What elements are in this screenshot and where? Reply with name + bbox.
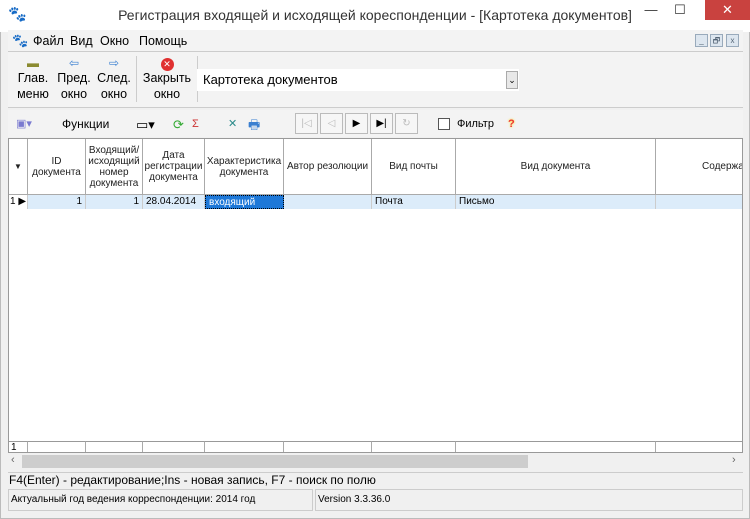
label: Пред. — [57, 71, 91, 85]
separator — [136, 56, 137, 102]
columns-layout-icon[interactable]: ▭▾ — [136, 115, 155, 134]
footer-cell — [284, 441, 372, 452]
footer-count: 1 — [9, 441, 28, 452]
row-indicator[interactable]: 1 ▶ — [9, 195, 28, 209]
status-year: Актуальный год ведения корреспонденции: … — [8, 489, 313, 511]
arrow-left-icon: ⇦ — [68, 56, 80, 70]
chevron-down-icon[interactable]: ⌄ — [506, 71, 518, 89]
close-circle-icon: ✕ — [141, 56, 193, 71]
refresh-record-button[interactable]: ↻ — [395, 113, 418, 134]
footer-cell — [28, 441, 86, 452]
table-cell[interactable]: Почта — [372, 195, 456, 209]
row-number: 1 — [10, 196, 16, 207]
table-cell[interactable]: 1 — [86, 195, 143, 209]
mdi-close-button[interactable]: x — [726, 34, 739, 47]
mdi-minimize-button[interactable]: _ — [695, 34, 708, 47]
filter-checkbox[interactable] — [438, 118, 450, 130]
title-bar: 🐾 Регистрация входящей и исходящей корес… — [0, 0, 750, 32]
next-record-button[interactable]: ▶ — [345, 113, 368, 134]
column-header-content[interactable]: Содержа — [656, 139, 742, 195]
functions-button[interactable]: Функции — [62, 115, 109, 134]
menu-help[interactable]: Помощь — [139, 34, 187, 48]
autosum-icon[interactable]: Σ — [192, 115, 199, 134]
scroll-right-icon[interactable]: › — [732, 454, 736, 466]
label: окно — [100, 87, 128, 101]
close-window-button[interactable]: ✕ Закрыть окно — [141, 56, 193, 102]
status-version: Version 3.3.36.0 — [315, 489, 743, 511]
arrow-right-icon: ⇨ — [108, 56, 120, 70]
mdi-restore-button[interactable]: 🗗 — [710, 34, 723, 47]
menu-file[interactable]: Файл — [33, 34, 64, 48]
print-icon[interactable]: 🖶 — [248, 115, 260, 134]
close-button[interactable]: ✕ — [705, 0, 750, 20]
minimize-button[interactable]: — — [636, 0, 666, 20]
help-icon[interactable]: ? — [508, 115, 515, 134]
table-cell[interactable]: 28.04.2014 — [143, 195, 205, 209]
table-cell-selected[interactable]: входящий — [205, 195, 284, 209]
column-header-mail-type[interactable]: Вид почты — [372, 139, 456, 195]
menu-view[interactable]: Вид — [70, 34, 93, 48]
last-record-button[interactable]: ▶| — [370, 113, 393, 134]
menu-window[interactable]: Окно — [100, 34, 129, 48]
clear-filter-icon[interactable]: ✕ — [228, 115, 237, 134]
column-header-id[interactable]: ID документа — [28, 139, 86, 195]
label: Глав. — [17, 71, 49, 85]
table-cell[interactable]: Письмо — [456, 195, 656, 209]
label: След. — [97, 71, 131, 85]
main-menu-button[interactable]: ▬ Глав. меню — [14, 56, 52, 102]
refresh-icon[interactable]: ⟳ — [173, 115, 184, 134]
table-cell[interactable] — [656, 195, 742, 209]
prev-window-button[interactable]: ⇦ Пред. окно — [56, 56, 92, 102]
label: Закрыть — [142, 71, 192, 85]
column-header-doc-type[interactable]: Вид документа — [456, 139, 656, 195]
prev-record-button[interactable]: ◁ — [320, 113, 343, 134]
column-header-date[interactable]: Дата регистрации документа — [143, 139, 205, 195]
footer-cell — [456, 441, 656, 452]
label: окно — [60, 87, 88, 101]
scrollbar-thumb[interactable] — [22, 455, 528, 468]
footer-cell — [205, 441, 284, 452]
footer-cell — [656, 441, 742, 452]
maximize-button[interactable]: ☐ — [665, 0, 695, 20]
footer-cell — [372, 441, 456, 452]
menu-bar: 🐾 Файл Вид Окно Помощь _ 🗗 x — [8, 30, 743, 52]
table-cell[interactable]: 1 — [28, 195, 86, 209]
first-record-button[interactable]: |◁ — [295, 113, 318, 134]
hint-bar: F4(Enter) - редактирование;Ins - новая з… — [8, 472, 743, 488]
table-cell[interactable] — [284, 195, 372, 209]
documents-grid[interactable]: ▼ ID документа Входящий/ исходящий номер… — [8, 138, 743, 453]
folder-icon: ▬ — [27, 56, 39, 70]
scroll-left-icon[interactable]: ‹ — [11, 454, 15, 466]
footer-cell — [86, 441, 143, 452]
column-header-number[interactable]: Входящий/ исходящий номер документа — [86, 139, 143, 195]
app-logo-icon: 🐾 — [12, 33, 29, 48]
window-selector[interactable]: Картотека документов — [197, 69, 519, 91]
next-window-button[interactable]: ⇨ След. окно — [96, 56, 132, 102]
row-indicator-header[interactable]: ▼ — [9, 139, 28, 195]
footer-cell — [143, 441, 205, 452]
label: меню — [17, 87, 49, 101]
label: окно — [153, 87, 181, 101]
clipboard-icon[interactable]: ▣▾ — [16, 115, 32, 134]
column-header-characteristic[interactable]: Характеристика документа — [205, 139, 284, 195]
filter-label: Фильтр — [457, 118, 494, 130]
column-header-author[interactable]: Автор резолюции — [284, 139, 372, 195]
